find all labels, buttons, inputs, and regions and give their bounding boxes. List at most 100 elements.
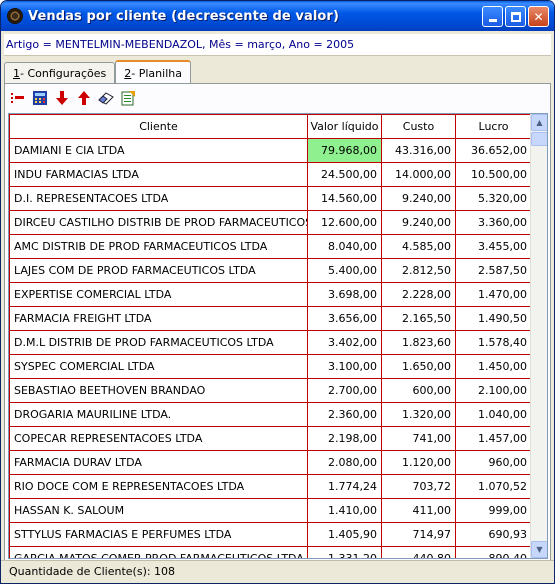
cell-lucro[interactable]: 999,00 bbox=[455, 498, 532, 523]
cell-valor-liquido[interactable]: 14.560,00 bbox=[307, 186, 382, 211]
table-row[interactable]: SYSPEC COMERCIAL LTDA 3.100,00 1.650,00 1.4… bbox=[9, 354, 532, 379]
table-row[interactable]: GARCIA MATOS COMER PROD FARMACEUTICOS LT… bbox=[9, 546, 532, 558]
cell-lucro[interactable]: 10.500,00 bbox=[455, 162, 532, 187]
cell-custo[interactable]: 2.228,00 bbox=[381, 282, 456, 307]
export-icon[interactable] bbox=[119, 90, 136, 107]
cell-lucro[interactable]: 890,40 bbox=[455, 546, 532, 558]
cell-custo[interactable]: 43.316,00 bbox=[381, 138, 456, 163]
cell-lucro[interactable]: 2.587,50 bbox=[455, 258, 532, 283]
cell-custo[interactable]: 600,00 bbox=[381, 378, 456, 403]
header-custo[interactable]: Custo bbox=[381, 114, 456, 139]
cell-lucro[interactable]: 1.470,00 bbox=[455, 282, 532, 307]
cell-custo[interactable]: 14.000,00 bbox=[381, 162, 456, 187]
cell-cliente[interactable]: GARCIA MATOS COMER PROD FARMACEUTICOS LT… bbox=[9, 546, 308, 558]
cell-valor-liquido[interactable]: 2.700,00 bbox=[307, 378, 382, 403]
cell-lucro[interactable]: 1.040,00 bbox=[455, 402, 532, 427]
cell-valor-liquido[interactable]: 1.774,24 bbox=[307, 474, 382, 499]
cell-custo[interactable]: 2.165,50 bbox=[381, 306, 456, 331]
table-row[interactable]: DAMIANI E CIA LTDA 79.968,00 43.316,00 36.6… bbox=[9, 138, 532, 163]
cell-lucro[interactable]: 3.455,00 bbox=[455, 234, 532, 259]
cell-cliente[interactable]: COPECAR REPRESENTACOES LTDA bbox=[9, 426, 308, 451]
table-row[interactable]: LAJES COM DE PROD FARMACEUTICOS LTDA 5.40… bbox=[9, 258, 532, 283]
table-row[interactable]: DIRCEU CASTILHO DISTRIB DE PROD FARMACEU… bbox=[9, 210, 532, 235]
table-row[interactable]: D.M.L DISTRIB DE PROD FARMACEUTICOS LTDA… bbox=[9, 330, 532, 355]
cell-lucro[interactable]: 690,93 bbox=[455, 522, 532, 547]
vertical-scrollbar[interactable]: ▲ ▼ bbox=[530, 114, 547, 558]
cell-lucro[interactable]: 1.070,52 bbox=[455, 474, 532, 499]
table-row[interactable]: RIO DOCE COM E REPRESENTACOES LTDA 1.774,… bbox=[9, 474, 532, 499]
cell-valor-liquido[interactable]: 3.402,00 bbox=[307, 330, 382, 355]
cell-cliente[interactable]: SYSPEC COMERCIAL LTDA bbox=[9, 354, 308, 379]
cell-cliente[interactable]: LAJES COM DE PROD FARMACEUTICOS LTDA bbox=[9, 258, 308, 283]
title-bar[interactable]: Vendas por cliente (decrescente de valor… bbox=[1, 1, 554, 31]
header-lucro[interactable]: Lucro bbox=[455, 114, 532, 139]
cell-custo[interactable]: 1.650,00 bbox=[381, 354, 456, 379]
cell-custo[interactable]: 1.823,60 bbox=[381, 330, 456, 355]
tab-configuracoes[interactable]: 1 - Configurações bbox=[4, 62, 116, 84]
maximize-button[interactable] bbox=[505, 6, 526, 27]
tab-planilha[interactable]: 2 - Planilha bbox=[115, 60, 191, 84]
cell-lucro[interactable]: 1.457,00 bbox=[455, 426, 532, 451]
cell-cliente[interactable]: D.M.L DISTRIB DE PROD FARMACEUTICOS LTDA bbox=[9, 330, 308, 355]
cell-custo[interactable]: 2.812,50 bbox=[381, 258, 456, 283]
cell-custo[interactable]: 1.120,00 bbox=[381, 450, 456, 475]
table-row[interactable]: HASSAN K. SALOUM 1.410,00 411,00 999,00 bbox=[9, 498, 532, 523]
close-button[interactable]: ✕ bbox=[528, 6, 549, 27]
cell-cliente[interactable]: HASSAN K. SALOUM bbox=[9, 498, 308, 523]
table-row[interactable]: AMC DISTRIB DE PROD FARMACEUTICOS LTDA 8.… bbox=[9, 234, 532, 259]
table-row[interactable]: DROGARIA MAURILINE LTDA. 2.360,00 1.320,00… bbox=[9, 402, 532, 427]
cell-custo[interactable]: 411,00 bbox=[381, 498, 456, 523]
cell-cliente[interactable]: DAMIANI E CIA LTDA bbox=[9, 138, 308, 163]
table-row[interactable]: INDU FARMACIAS LTDA 24.500,00 14.000,00 10.… bbox=[9, 162, 532, 187]
table-row[interactable]: FARMACIA FREIGHT LTDA 3.656,00 2.165,50 1.4… bbox=[9, 306, 532, 331]
cell-lucro[interactable]: 1.578,40 bbox=[455, 330, 532, 355]
cell-lucro[interactable]: 36.652,00 bbox=[455, 138, 532, 163]
table-row[interactable]: COPECAR REPRESENTACOES LTDA 2.198,00 741,0… bbox=[9, 426, 532, 451]
cell-lucro[interactable]: 2.100,00 bbox=[455, 378, 532, 403]
cell-lucro[interactable]: 1.490,50 bbox=[455, 306, 532, 331]
cell-custo[interactable]: 1.320,00 bbox=[381, 402, 456, 427]
cell-cliente[interactable]: AMC DISTRIB DE PROD FARMACEUTICOS LTDA bbox=[9, 234, 308, 259]
header-cliente[interactable]: Cliente bbox=[9, 114, 308, 139]
cell-valor-liquido[interactable]: 1.410,00 bbox=[307, 498, 382, 523]
table-row[interactable]: SEBASTIAO BEETHOVEN BRANDAO 2.700,00 600,0… bbox=[9, 378, 532, 403]
scroll-thumb[interactable] bbox=[531, 132, 547, 146]
sales-grid[interactable]: Cliente Valor líquido Custo Lucro DAMIAN… bbox=[8, 113, 548, 559]
cell-lucro[interactable]: 1.450,00 bbox=[455, 354, 532, 379]
cell-custo[interactable]: 9.240,00 bbox=[381, 186, 456, 211]
cell-valor-liquido[interactable]: 3.100,00 bbox=[307, 354, 382, 379]
cell-valor-liquido[interactable]: 12.600,00 bbox=[307, 210, 382, 235]
minimize-button[interactable] bbox=[482, 6, 503, 27]
scroll-up-button[interactable]: ▲ bbox=[531, 114, 547, 131]
cell-custo[interactable]: 741,00 bbox=[381, 426, 456, 451]
scroll-down-button[interactable]: ▼ bbox=[531, 541, 547, 558]
cell-cliente[interactable]: EXPERTISE COMERCIAL LTDA bbox=[9, 282, 308, 307]
cell-cliente[interactable]: FARMACIA DURAV LTDA bbox=[9, 450, 308, 475]
cell-custo[interactable]: 9.240,00 bbox=[381, 210, 456, 235]
header-valor-liquido[interactable]: Valor líquido bbox=[307, 114, 382, 139]
cell-cliente[interactable]: STTYLUS FARMACIAS E PERFUMES LTDA bbox=[9, 522, 308, 547]
table-row[interactable]: D.I. REPRESENTACOES LTDA 14.560,00 9.240,0… bbox=[9, 186, 532, 211]
cell-cliente[interactable]: D.I. REPRESENTACOES LTDA bbox=[9, 186, 308, 211]
table-row[interactable]: FARMACIA DURAV LTDA 2.080,00 1.120,00 960,0… bbox=[9, 450, 532, 475]
cell-valor-liquido[interactable]: 3.656,00 bbox=[307, 306, 382, 331]
sort-descending-icon[interactable] bbox=[53, 90, 70, 107]
cell-valor-liquido[interactable]: 8.040,00 bbox=[307, 234, 382, 259]
cell-lucro[interactable]: 960,00 bbox=[455, 450, 532, 475]
cell-custo[interactable]: 440,80 bbox=[381, 546, 456, 558]
cell-cliente[interactable]: INDU FARMACIAS LTDA bbox=[9, 162, 308, 187]
cell-custo[interactable]: 714,97 bbox=[381, 522, 456, 547]
cell-valor-liquido[interactable]: 1.405,90 bbox=[307, 522, 382, 547]
cell-lucro[interactable]: 3.360,00 bbox=[455, 210, 532, 235]
cell-cliente[interactable]: SEBASTIAO BEETHOVEN BRANDAO bbox=[9, 378, 308, 403]
calculator-icon[interactable] bbox=[31, 90, 48, 107]
eraser-icon[interactable] bbox=[97, 90, 114, 107]
cell-cliente[interactable]: FARMACIA FREIGHT LTDA bbox=[9, 306, 308, 331]
cell-custo[interactable]: 703,72 bbox=[381, 474, 456, 499]
cell-valor-liquido[interactable]: 3.698,00 bbox=[307, 282, 382, 307]
cell-cliente[interactable]: DIRCEU CASTILHO DISTRIB DE PROD FARMACEU… bbox=[9, 210, 308, 235]
sort-ascending-icon[interactable] bbox=[75, 90, 92, 107]
cell-valor-liquido[interactable]: 1.331,20 bbox=[307, 546, 382, 558]
table-row[interactable]: EXPERTISE COMERCIAL LTDA 3.698,00 2.228,00… bbox=[9, 282, 532, 307]
cell-valor-liquido[interactable]: 79.968,00 bbox=[307, 138, 382, 163]
